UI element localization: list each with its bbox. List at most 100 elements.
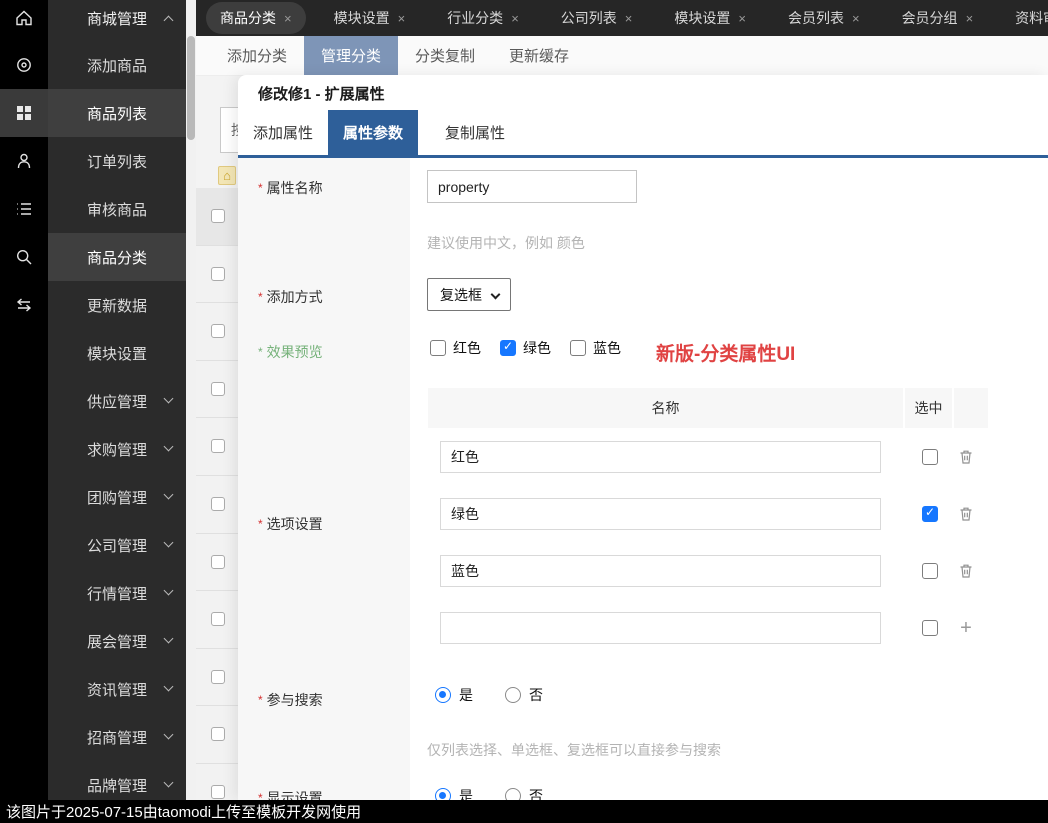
row-checkbox[interactable] bbox=[211, 555, 225, 569]
list-icon[interactable] bbox=[0, 185, 48, 233]
delete-icon[interactable] bbox=[956, 561, 976, 581]
sidebar-item-news[interactable]: 资讯管理 bbox=[48, 665, 186, 713]
preview-checkbox-green[interactable] bbox=[500, 340, 516, 356]
delete-icon[interactable] bbox=[956, 447, 976, 467]
option-checkbox[interactable] bbox=[922, 449, 938, 465]
row-checkbox[interactable] bbox=[211, 612, 225, 626]
folder-home-icon[interactable]: ⌂ bbox=[218, 166, 236, 185]
required-marker: * bbox=[258, 181, 263, 195]
tab-product-category[interactable]: 商品分类× bbox=[206, 2, 306, 34]
tab-member-group[interactable]: 会员分组× bbox=[888, 2, 988, 34]
tab-module-settings-2[interactable]: 模块设置× bbox=[660, 2, 760, 34]
sidebar-item-review-product[interactable]: 审核商品 bbox=[48, 185, 186, 233]
sidebar-item-product-category[interactable]: 商品分类 bbox=[48, 233, 186, 281]
tab-add-attribute[interactable]: 添加属性 bbox=[238, 110, 328, 155]
option-input[interactable] bbox=[440, 555, 881, 587]
chevron-down-icon bbox=[164, 442, 174, 452]
preview-checkbox-blue[interactable] bbox=[570, 340, 586, 356]
sidebar-item-groupbuy[interactable]: 团购管理 bbox=[48, 473, 186, 521]
radio-yes[interactable] bbox=[435, 687, 451, 703]
option-input[interactable] bbox=[440, 612, 881, 644]
radio-yes[interactable] bbox=[435, 788, 451, 800]
user-icon[interactable] bbox=[0, 137, 48, 185]
target-icon[interactable] bbox=[0, 41, 48, 89]
close-icon[interactable]: × bbox=[738, 11, 746, 26]
row-checkbox[interactable] bbox=[211, 727, 225, 741]
scrollbar-thumb[interactable] bbox=[187, 36, 195, 140]
sidebar-item-update-data[interactable]: 更新数据 bbox=[48, 281, 186, 329]
required-marker: * bbox=[258, 517, 263, 531]
row-checkbox[interactable] bbox=[211, 670, 225, 684]
tab-attribute-params[interactable]: 属性参数 bbox=[328, 110, 418, 155]
close-icon[interactable]: × bbox=[284, 11, 292, 26]
row-checkbox[interactable] bbox=[211, 382, 225, 396]
preview-checkbox-red[interactable] bbox=[430, 340, 446, 356]
swap-icon[interactable] bbox=[0, 281, 48, 329]
chevron-up-icon bbox=[164, 16, 174, 26]
sidebar-group-shop[interactable]: 商城管理 bbox=[48, 0, 186, 36]
grid-icon[interactable] bbox=[0, 89, 48, 137]
tab-copy-category[interactable]: 分类复制 bbox=[398, 36, 492, 75]
options-label: *选项设置 bbox=[258, 514, 323, 534]
sidebar-item-product-list[interactable]: 商品列表 bbox=[48, 89, 186, 137]
preview-options: 红色 绿色 蓝色 bbox=[430, 338, 633, 358]
attribute-tabs: 添加属性 属性参数 复制属性 bbox=[238, 110, 520, 155]
radio-no[interactable] bbox=[505, 687, 521, 703]
panel-title: 修改修1 - 扩展属性 bbox=[258, 83, 385, 104]
row-checkbox[interactable] bbox=[211, 267, 225, 281]
tab-copy-attribute[interactable]: 复制属性 bbox=[430, 110, 520, 155]
row-checkbox[interactable] bbox=[211, 324, 225, 338]
vertical-scrollbar[interactable] bbox=[186, 0, 196, 800]
close-icon[interactable]: × bbox=[398, 11, 406, 26]
option-checkbox[interactable] bbox=[922, 620, 938, 636]
chevron-down-icon bbox=[164, 586, 174, 596]
tab-manage-category[interactable]: 管理分类 bbox=[304, 36, 398, 75]
sidebar-item-exhibition[interactable]: 展会管理 bbox=[48, 617, 186, 665]
add-mode-select[interactable]: 复选框 bbox=[427, 278, 511, 311]
tab-company-list[interactable]: 公司列表× bbox=[547, 2, 647, 34]
close-icon[interactable]: × bbox=[511, 11, 519, 26]
search-label: *参与搜索 bbox=[258, 690, 323, 710]
attr-name-input[interactable] bbox=[427, 170, 637, 203]
sidebar-item-add-product[interactable]: 添加商品 bbox=[48, 41, 186, 89]
search-hint: 仅列表选择、单选框、复选框可以直接参与搜索 bbox=[427, 740, 721, 760]
tab-update-cache[interactable]: 更新缓存 bbox=[492, 36, 586, 75]
tab-industry-category[interactable]: 行业分类× bbox=[433, 2, 533, 34]
home-icon[interactable] bbox=[0, 0, 48, 36]
delete-icon[interactable] bbox=[956, 504, 976, 524]
attribute-editor-panel: 修改修1 - 扩展属性 添加属性 属性参数 复制属性 *属性名称 建议使用中文，… bbox=[238, 75, 1048, 800]
row-checkbox[interactable] bbox=[211, 497, 225, 511]
radio-no[interactable] bbox=[505, 788, 521, 800]
header-actions bbox=[954, 388, 988, 428]
red-annotation: 新版-分类属性UI bbox=[656, 339, 856, 366]
sidebar-item-company[interactable]: 公司管理 bbox=[48, 521, 186, 569]
required-marker: * bbox=[258, 791, 263, 800]
sidebar-item-module-settings[interactable]: 模块设置 bbox=[48, 329, 186, 377]
close-icon[interactable]: × bbox=[625, 11, 633, 26]
option-checkbox[interactable] bbox=[922, 563, 938, 579]
attr-name-hint: 建议使用中文，例如 颜色 bbox=[427, 233, 585, 253]
sidebar-item-invest[interactable]: 招商管理 bbox=[48, 713, 186, 761]
search-icon[interactable] bbox=[0, 233, 48, 281]
sidebar-item-market[interactable]: 行情管理 bbox=[48, 569, 186, 617]
option-input[interactable] bbox=[440, 498, 881, 530]
close-icon[interactable]: × bbox=[852, 11, 860, 26]
tab-data-review[interactable]: 资料审核× bbox=[1001, 2, 1048, 34]
add-icon[interactable]: + bbox=[956, 618, 976, 638]
tab-member-list[interactable]: 会员列表× bbox=[774, 2, 874, 34]
icon-rail bbox=[0, 0, 48, 800]
row-checkbox[interactable] bbox=[211, 439, 225, 453]
close-icon[interactable]: × bbox=[966, 11, 974, 26]
sidebar-item-order-list[interactable]: 订单列表 bbox=[48, 137, 186, 185]
sidebar-item-supply[interactable]: 供应管理 bbox=[48, 377, 186, 425]
chevron-down-icon bbox=[164, 730, 174, 740]
tab-add-category[interactable]: 添加分类 bbox=[210, 36, 304, 75]
tab-module-settings-1[interactable]: 模块设置× bbox=[320, 2, 420, 34]
required-marker: * bbox=[258, 345, 263, 359]
row-checkbox[interactable] bbox=[211, 209, 225, 223]
sidebar-item-buying[interactable]: 求购管理 bbox=[48, 425, 186, 473]
chevron-down-icon bbox=[164, 778, 174, 788]
option-checkbox[interactable] bbox=[922, 506, 938, 522]
row-checkbox[interactable] bbox=[211, 785, 225, 799]
option-input[interactable] bbox=[440, 441, 881, 473]
